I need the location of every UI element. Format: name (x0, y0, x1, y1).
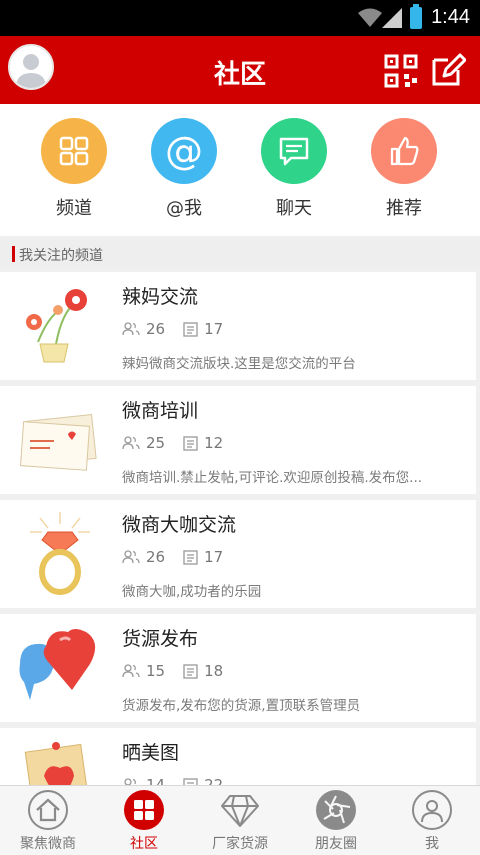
bottom-tab-bar: 聚焦微商 社区 厂家货源 朋友圈 我 (0, 785, 480, 855)
tab-label: 聚焦微商 (20, 836, 76, 852)
posts-icon (183, 663, 198, 679)
home-icon (28, 790, 68, 830)
quick-mentions-label: @我 (166, 198, 202, 219)
quick-channels-button[interactable]: 频道 (14, 118, 134, 220)
signal-icon (382, 8, 402, 28)
posts-icon (183, 777, 198, 785)
posts-icon (183, 549, 198, 565)
channel-stats: 26 17 (122, 548, 241, 566)
camera-shutter-icon (316, 790, 356, 830)
grid-icon (41, 118, 107, 184)
members-icon (122, 550, 140, 564)
thumbs-up-icon (371, 118, 437, 184)
tab-label: 我 (425, 836, 439, 852)
quick-mentions-button[interactable]: @ @我 (124, 118, 244, 220)
channel-row[interactable]: 辣妈交流 26 17 辣妈微商交流版块.这里是您交流的平台 (0, 272, 476, 380)
diamond-icon (220, 790, 260, 830)
status-time: 1:44 (431, 6, 470, 28)
quick-recommend-button[interactable]: 推荐 (344, 118, 464, 220)
section-title: 我关注的频道 (19, 248, 103, 264)
envelope-image (20, 414, 97, 471)
edit-icon[interactable] (430, 52, 466, 88)
wifi-icon (358, 8, 382, 27)
members-icon (122, 322, 140, 336)
battery-icon (410, 4, 422, 29)
member-count: 26 (146, 320, 166, 338)
tab-label: 社区 (130, 836, 158, 852)
channel-row[interactable]: 晒美图 14 22 (0, 728, 476, 785)
members-icon (122, 436, 140, 450)
photo-frame-image (24, 742, 92, 785)
channel-name: 微商培训 (122, 400, 199, 422)
channel-description: 货源发布,发布您的货源,置顶联系管理员 (122, 698, 361, 714)
channel-description: 微商大咖,成功者的乐园 (122, 584, 262, 600)
app-header: 社区 (0, 36, 480, 104)
posts-icon (183, 435, 198, 451)
post-count: 17 (204, 320, 224, 338)
posts-icon (183, 321, 198, 337)
tab-community[interactable]: 社区 (96, 790, 192, 853)
members-icon (124, 778, 136, 785)
channel-stats: 25 12 (122, 434, 241, 452)
channel-name: 晒美图 (122, 742, 180, 764)
tab-label: 厂家货源 (212, 836, 268, 852)
diamond-ring-image (30, 512, 90, 595)
post-count: 17 (204, 548, 224, 566)
at-sign-icon: @ (151, 118, 217, 184)
qr-code-icon[interactable] (384, 54, 418, 88)
tab-me[interactable]: 我 (384, 790, 480, 853)
section-header: 我关注的频道 (0, 240, 480, 268)
post-count: 22 (204, 776, 224, 785)
tab-label: 朋友圈 (315, 836, 357, 852)
channel-row[interactable]: 微商大咖交流 26 17 微商大咖,成功者的乐园 (0, 500, 476, 608)
channel-name: 辣妈交流 (122, 286, 199, 308)
speech-hearts-image (19, 629, 96, 700)
channel-description: 辣妈微商交流版块.这里是您交流的平台 (122, 356, 356, 372)
member-count: 26 (146, 548, 166, 566)
channel-name: 微商大咖交流 (122, 514, 237, 536)
post-count: 12 (204, 434, 224, 452)
channel-list: 辣妈交流 26 17 辣妈微商交流版块.这里是您交流的平台 微商培训 25 12… (0, 270, 480, 785)
channel-row[interactable]: 货源发布 15 18 货源发布,发布您的货源,置顶联系管理员 (0, 614, 476, 722)
channel-stats: 26 17 (122, 320, 241, 338)
channel-stats: 15 18 (122, 662, 241, 680)
quick-chat-label: 聊天 (276, 198, 312, 219)
member-count: 14 (146, 776, 166, 785)
member-count: 25 (146, 434, 166, 452)
quick-recommend-label: 推荐 (386, 198, 422, 219)
grid-icon (124, 790, 164, 830)
quick-channels-label: 频道 (56, 198, 92, 219)
tab-suppliers[interactable]: 厂家货源 (192, 790, 288, 853)
channel-stats: 14 22 (122, 776, 241, 785)
section-accent-bar (12, 246, 15, 262)
member-count: 15 (146, 662, 166, 680)
user-icon (412, 790, 452, 830)
chat-bubble-icon (261, 118, 327, 184)
quick-chat-button[interactable]: 聊天 (234, 118, 354, 220)
members-icon (122, 664, 140, 678)
tab-focus[interactable]: 聚焦微商 (0, 790, 96, 853)
status-bar: 1:44 (0, 0, 480, 36)
channel-description: 微商培训.禁止发帖,可评论.欢迎原创投稿.发布您... (122, 470, 423, 486)
channel-row[interactable]: 微商培训 25 12 微商培训.禁止发帖,可评论.欢迎原创投稿.发布您... (0, 386, 476, 494)
channel-name: 货源发布 (122, 628, 199, 650)
post-count: 18 (204, 662, 224, 680)
flowers-vase-image (26, 289, 87, 363)
tab-moments[interactable]: 朋友圈 (288, 790, 384, 853)
quick-actions: 频道 @ @我 聊天 推荐 (0, 104, 480, 236)
